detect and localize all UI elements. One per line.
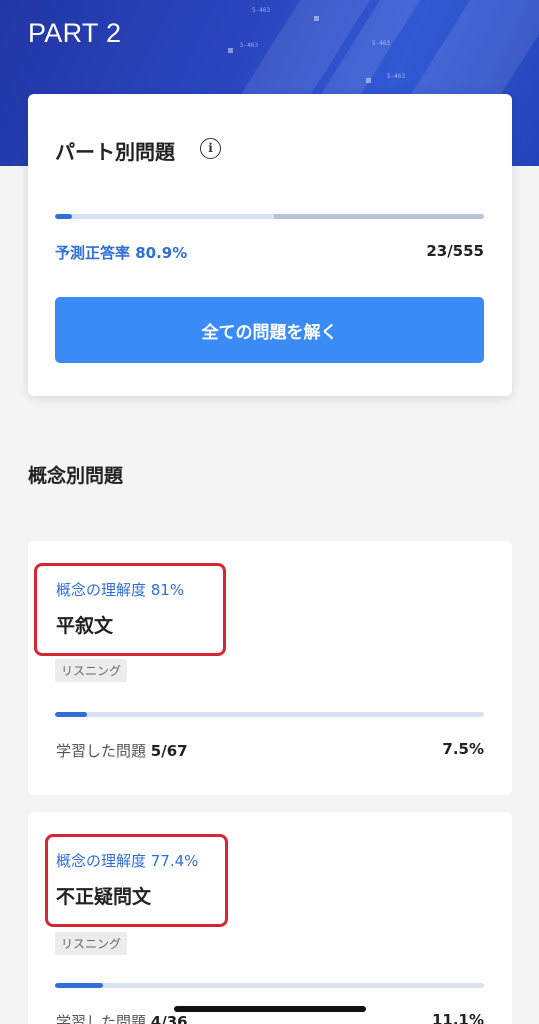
predicted-segment: [273, 214, 484, 219]
question-count: 23/555: [426, 242, 484, 260]
concept-progress-fill: [55, 712, 88, 717]
home-indicator[interactable]: [174, 1006, 366, 1012]
studied-count: 4/36: [150, 1013, 188, 1024]
concept-tag: リスニング: [55, 932, 128, 955]
part-summary-card: パート別問題 i 予測正答率 80.9% 23/555 全ての問題を解く: [28, 94, 512, 396]
page-title: PART 2: [28, 18, 122, 48]
summary-progress-fill: [55, 214, 73, 219]
studied-summary: 学習した問題 4/36: [56, 1011, 188, 1024]
highlight-box: [34, 563, 226, 656]
summary-title: パート別問題: [55, 140, 175, 164]
predicted-accuracy: 予測正答率 80.9%: [55, 244, 188, 262]
concept-tag: リスニング: [55, 659, 128, 682]
concept-card[interactable]: 概念の理解度 77.4% 不正疑問文 リスニング 学習した問題 4/36 11.…: [28, 812, 512, 1024]
studied-summary: 学習した問題 5/67: [56, 740, 188, 761]
concept-percent: 7.5%: [442, 740, 484, 758]
concept-progress-fill: [55, 983, 103, 988]
studied-count: 5/67: [150, 742, 188, 760]
studied-label: 学習した問題: [56, 1013, 147, 1024]
section-title: 概念別問題: [28, 465, 124, 487]
solve-all-button[interactable]: 全ての問題を解く: [55, 297, 484, 363]
concept-percent: 11.1%: [431, 1011, 484, 1024]
highlight-box: [45, 834, 228, 927]
studied-label: 学習した問題: [56, 742, 147, 760]
concept-card[interactable]: 概念の理解度 81% 平叙文 リスニング 学習した問題 5/67 7.5%: [28, 541, 512, 795]
concept-progress-bar: [55, 712, 484, 717]
concept-progress-bar: [55, 983, 484, 988]
info-icon[interactable]: i: [200, 138, 221, 159]
summary-progress-bar: [55, 214, 484, 219]
